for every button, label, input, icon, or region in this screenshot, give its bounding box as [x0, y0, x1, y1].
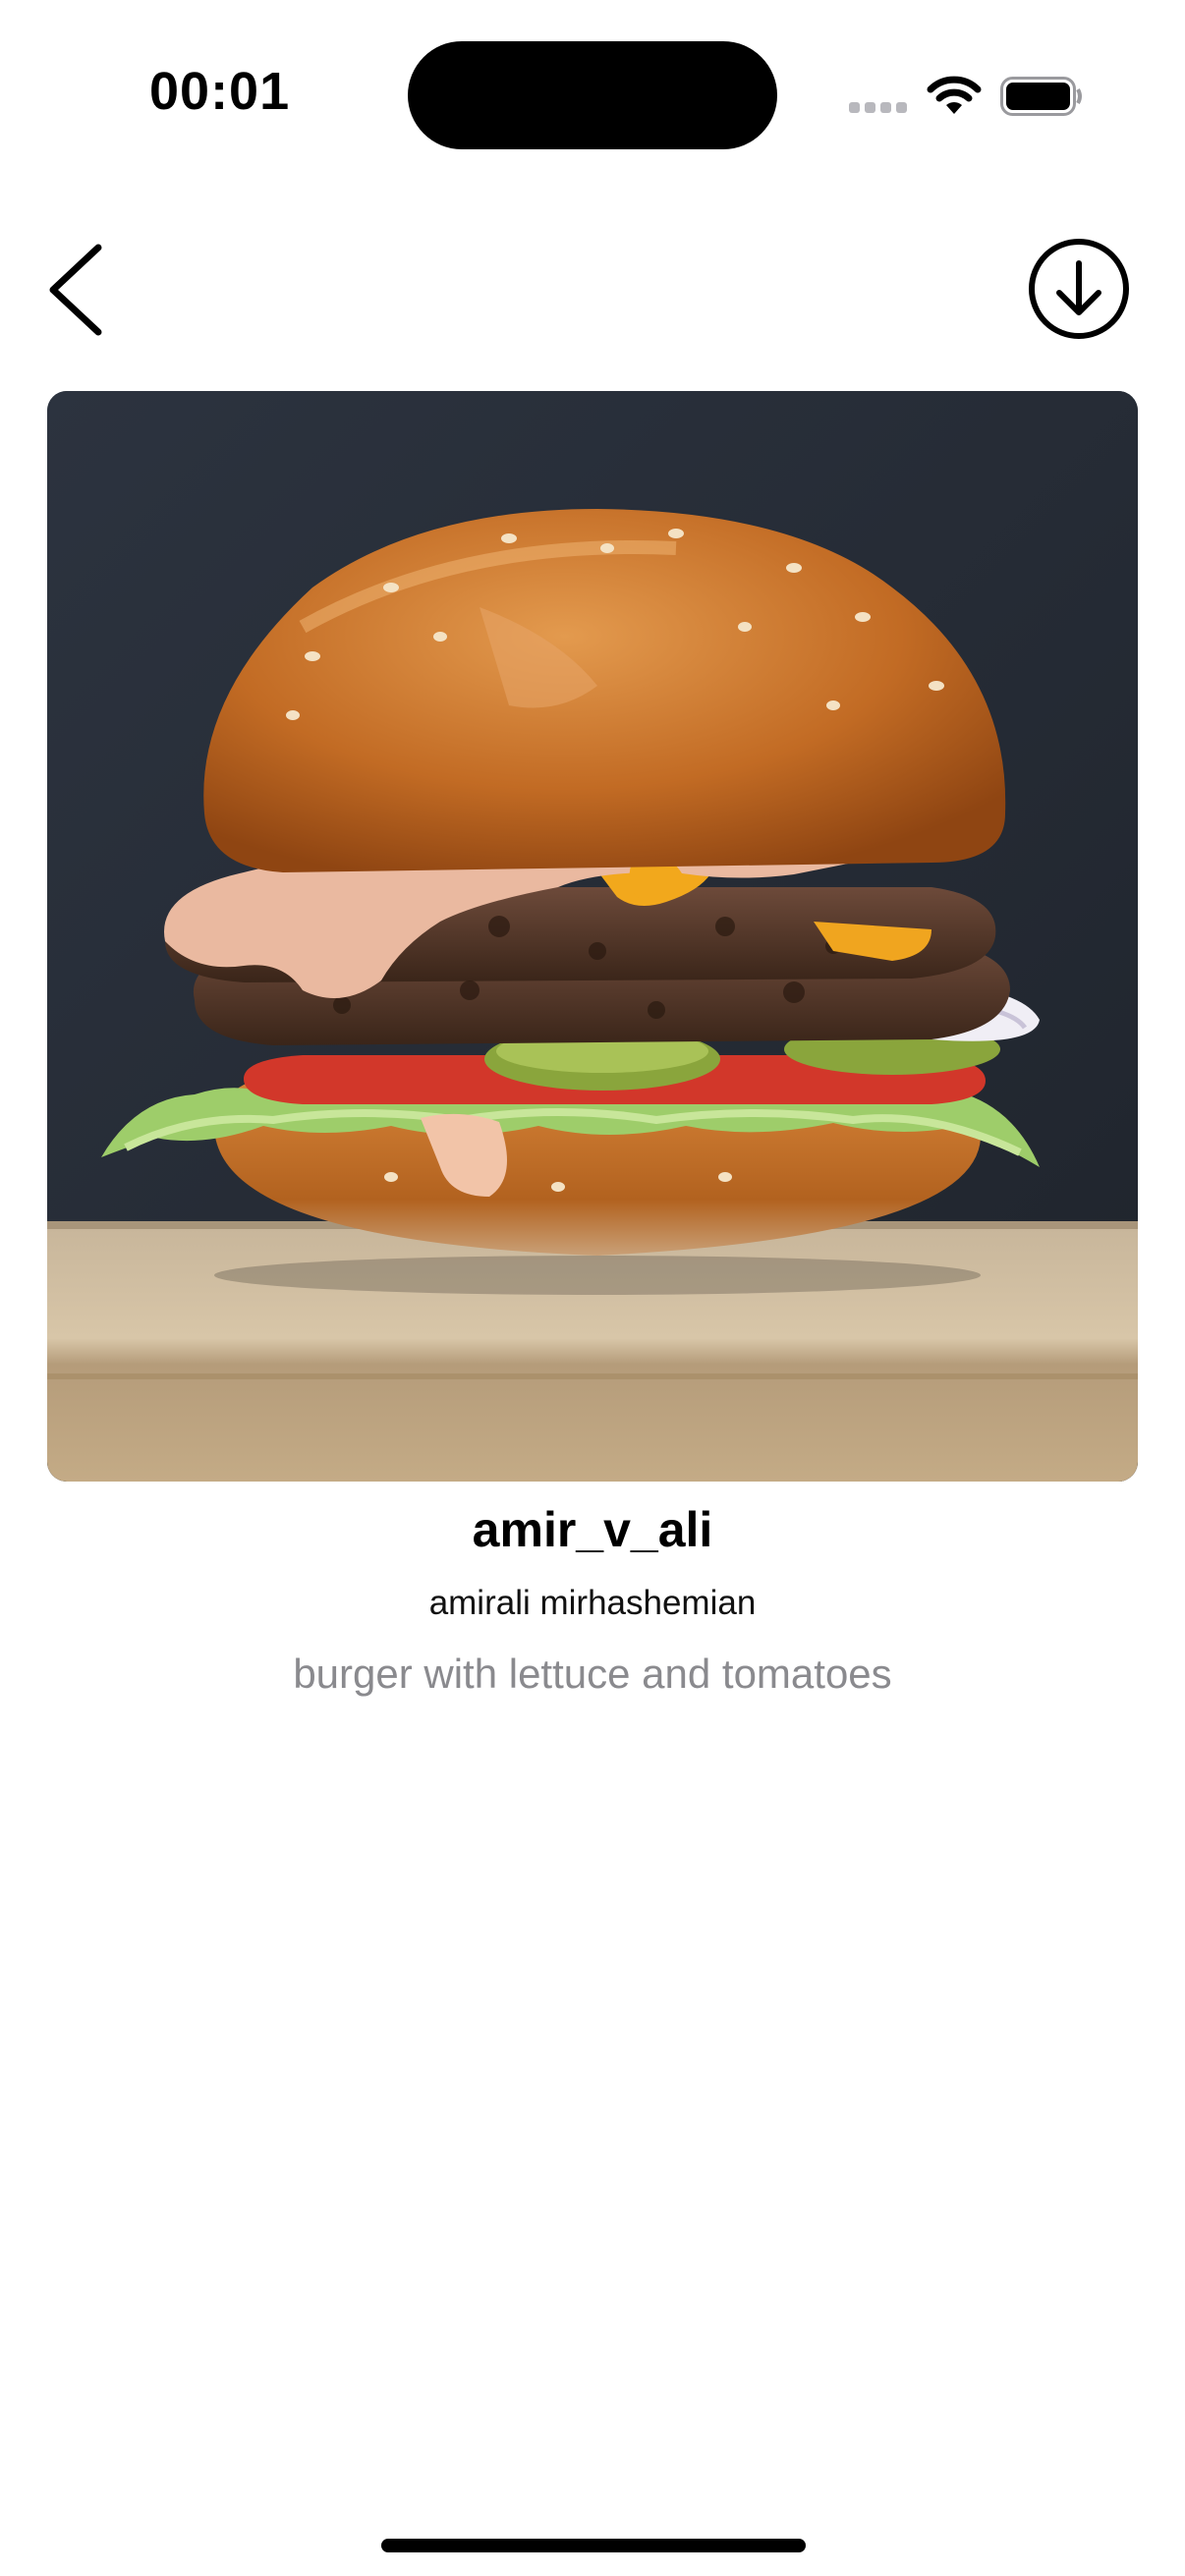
- username[interactable]: amir_v_ali: [0, 1501, 1185, 1558]
- status-bar: 00:01: [0, 0, 1185, 187]
- author-full-name: amirali mirhashemian: [428, 1584, 757, 1622]
- battery-icon: [1000, 77, 1082, 116]
- status-time: 00:01: [149, 62, 291, 121]
- burger-illustration: [47, 391, 1138, 1482]
- download-button[interactable]: [1026, 236, 1132, 342]
- dynamic-island: [408, 41, 777, 149]
- wifi-icon: [927, 76, 982, 114]
- post-image[interactable]: [47, 391, 1138, 1482]
- image-description: burger with lettuce and tomatoes: [293, 1651, 892, 1697]
- download-circle-icon: [1029, 239, 1129, 339]
- back-button[interactable]: [39, 236, 118, 344]
- home-indicator[interactable]: [381, 2539, 806, 2552]
- chevron-left-icon: [49, 244, 102, 336]
- cellular-signal-icon: [849, 102, 908, 116]
